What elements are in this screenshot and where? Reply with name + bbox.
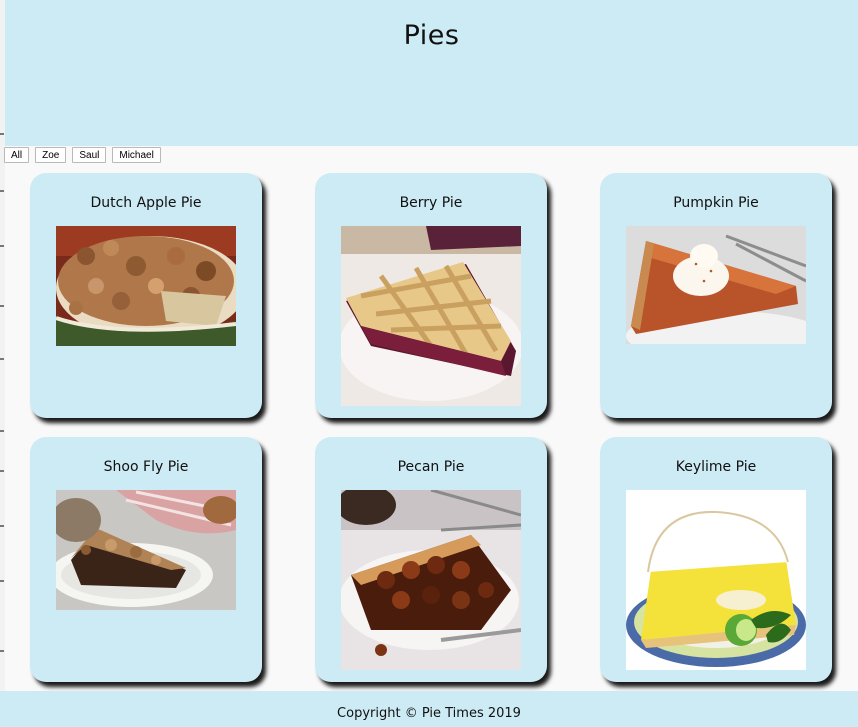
page-header: Pies <box>5 0 858 146</box>
pie-card-title: Pecan Pie <box>397 459 465 475</box>
pie-card-berry[interactable]: Berry Pie <box>315 173 547 418</box>
pie-card-pecan[interactable]: Pecan Pie <box>315 437 547 682</box>
pie-card-keylime[interactable]: Keylime Pie <box>600 437 832 682</box>
filter-zoe-button[interactable]: Zoe <box>35 147 67 163</box>
page-footer: Copyright © Pie Times 2019 <box>0 691 858 727</box>
dutch-apple-pie-image <box>56 226 236 346</box>
pumpkin-pie-image <box>626 226 806 344</box>
shoo-fly-pie-image <box>56 490 236 610</box>
pie-card-title: Berry Pie <box>399 195 463 211</box>
copyright-text: Copyright © Pie Times 2019 <box>337 706 521 721</box>
page-title: Pies <box>403 20 460 51</box>
pecan-pie-image <box>341 490 521 670</box>
filter-saul-button[interactable]: Saul <box>72 147 107 163</box>
filter-bar: All Zoe Saul Michael <box>4 147 161 163</box>
pie-card-title: Keylime Pie <box>675 459 757 475</box>
berry-pie-image <box>341 226 521 406</box>
pie-card-title: Dutch Apple Pie <box>90 195 202 211</box>
pie-card-pumpkin[interactable]: Pumpkin Pie <box>600 173 832 418</box>
keylime-pie-image <box>626 490 806 670</box>
filter-michael-button[interactable]: Michael <box>112 147 161 163</box>
pie-card-title: Pumpkin Pie <box>673 195 759 211</box>
pie-card-dutch-apple[interactable]: Dutch Apple Pie <box>30 173 262 418</box>
filter-all-button[interactable]: All <box>4 147 30 163</box>
pie-card-title: Shoo Fly Pie <box>103 459 189 475</box>
pie-card-shoo-fly[interactable]: Shoo Fly Pie <box>30 437 262 682</box>
